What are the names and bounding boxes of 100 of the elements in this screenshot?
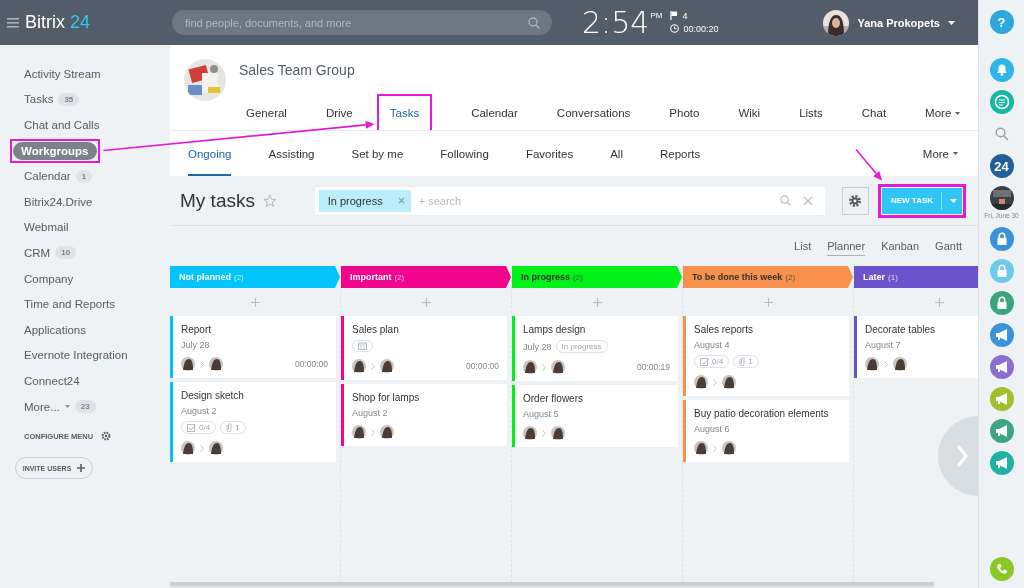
filter-field[interactable]: In progress + search [314,186,825,215]
search-icon [994,127,1009,141]
sidebar-item[interactable]: Evernote Integration [24,349,128,362]
user-name[interactable]: Yana Prokopets [857,16,940,29]
task-card[interactable]: Report July 28 00:00:00 [170,316,336,378]
group-tab[interactable]: Tasks [389,103,420,123]
group-tab[interactable]: More [925,103,961,123]
search-placeholder: + search [418,194,463,207]
avatar-icon [352,359,366,373]
filter-tab[interactable]: Assisting [268,131,315,176]
sidebar-item[interactable]: Tasks [24,93,54,106]
sidebar-item[interactable]: Webmail [24,221,69,234]
task-title: Sales reports [694,324,754,335]
group-tab[interactable]: Calendar [471,103,518,123]
view-tab[interactable]: Planner [827,236,866,256]
chevron-icon [713,444,717,452]
avatar-icon [893,357,907,371]
task-card[interactable]: Sales reports August 4 0/4 1 [683,316,849,396]
sidebar-item[interactable]: More... [24,400,60,413]
filter-tab[interactable]: Following [440,131,489,176]
avatar-icon [865,357,879,371]
avatar-icon [551,360,565,374]
phone-icon [989,557,1014,581]
filter-tab[interactable]: Favorites [525,131,574,176]
column-count: (2) [573,272,583,282]
view-tab[interactable]: Kanban [881,237,920,255]
group-tab[interactable]: Chat [861,103,887,123]
task-title: Order flowers [523,393,584,404]
avatar-icon [181,357,195,371]
avatar-icon [209,441,223,455]
group-tab[interactable]: Lists [799,103,823,123]
sidebar-item[interactable]: Applications [24,323,86,336]
sidebar-item[interactable]: Calendar [24,170,71,183]
avatar-icon [523,426,537,440]
close-icon [802,195,813,206]
sidebar-item[interactable]: Bitrix24.Drive [24,195,93,208]
chevron-icon [371,428,375,436]
filter-tab[interactable]: More [922,131,958,176]
task-date: July 28 [523,341,552,352]
page-title: My tasks [180,189,255,212]
search-icon [528,16,540,29]
sidebar-item[interactable]: Workgroups [13,141,97,160]
task-card[interactable]: Design sketch August 2 0/4 1 [170,382,336,462]
sidebar-item[interactable]: Activity Stream [24,67,101,80]
view-tab[interactable]: Gantt [935,237,962,255]
task-title: Shop for lamps [352,392,421,403]
avatar-icon [523,360,537,374]
column-count: (2) [234,272,244,282]
sidebar-item[interactable]: Company [24,272,74,285]
add-icon [592,298,602,307]
group-tab[interactable]: Wiki [738,103,761,123]
task-card[interactable]: Order flowers August 5 [512,385,678,447]
group-tab[interactable]: General [246,103,287,123]
paperclip-icon [739,357,746,366]
avatar-icon [694,375,708,389]
chevron-icon [542,363,546,371]
group-tab[interactable]: Drive [325,103,353,123]
column-count: (2) [785,272,796,282]
chevron-icon [542,429,546,437]
add-icon [250,298,260,307]
task-timer: 00:00:00 [294,359,328,369]
filter-tab[interactable]: Ongoing [188,131,232,176]
task-card[interactable]: Shop for lamps August 2 [341,384,507,446]
avatar-icon [722,441,736,455]
counter-badge: 1 [75,169,93,183]
close-icon [397,197,405,204]
calendar-icon [358,342,367,350]
task-date: August 7 [865,340,901,350]
filter-tab[interactable]: Set by me [351,131,404,176]
task-card[interactable]: Buy patio decoration elements August 6 [683,400,849,462]
avatar-icon [722,375,736,389]
chevron-icon [200,360,204,368]
task-title: Sales plan [352,324,400,335]
flag-count: 4 [682,10,688,21]
sidebar-item[interactable]: Connect24 [24,374,80,387]
avatar-icon [380,359,394,373]
caret-icon [947,20,955,25]
group-tab[interactable]: Conversations [556,103,631,123]
column-title: Important [350,272,392,282]
task-card[interactable]: Sales plan 00:00:00 [341,316,507,380]
counter-badge: 35 [58,92,80,106]
sidebar-item[interactable]: Time and Reports [24,298,115,311]
add-icon [763,298,773,307]
filter-tab[interactable]: All [610,131,623,176]
avatar-icon [694,441,708,455]
chevron-icon [200,444,204,452]
group-tab[interactable]: Photo [669,103,700,123]
task-timer: 00:00:19 [636,362,670,372]
task-card[interactable]: Lamps design July 28 In progress 00:00:19 [512,316,678,381]
sidebar-item[interactable]: Chat and Calls [24,119,100,131]
sidebar-item[interactable]: CRM [24,246,51,259]
task-date: August 4 [694,340,730,350]
settings-button[interactable] [841,186,869,215]
filter-tab[interactable]: Reports [659,131,701,176]
task-card[interactable]: Decorate tables August 7 [854,316,978,378]
chat-icon [989,90,1014,114]
view-tab[interactable]: List [794,237,812,255]
filter-tag[interactable]: In progress [318,189,411,212]
bitrix24-logo[interactable]: 24 [989,154,1014,178]
task-date: July 28 [181,340,210,350]
